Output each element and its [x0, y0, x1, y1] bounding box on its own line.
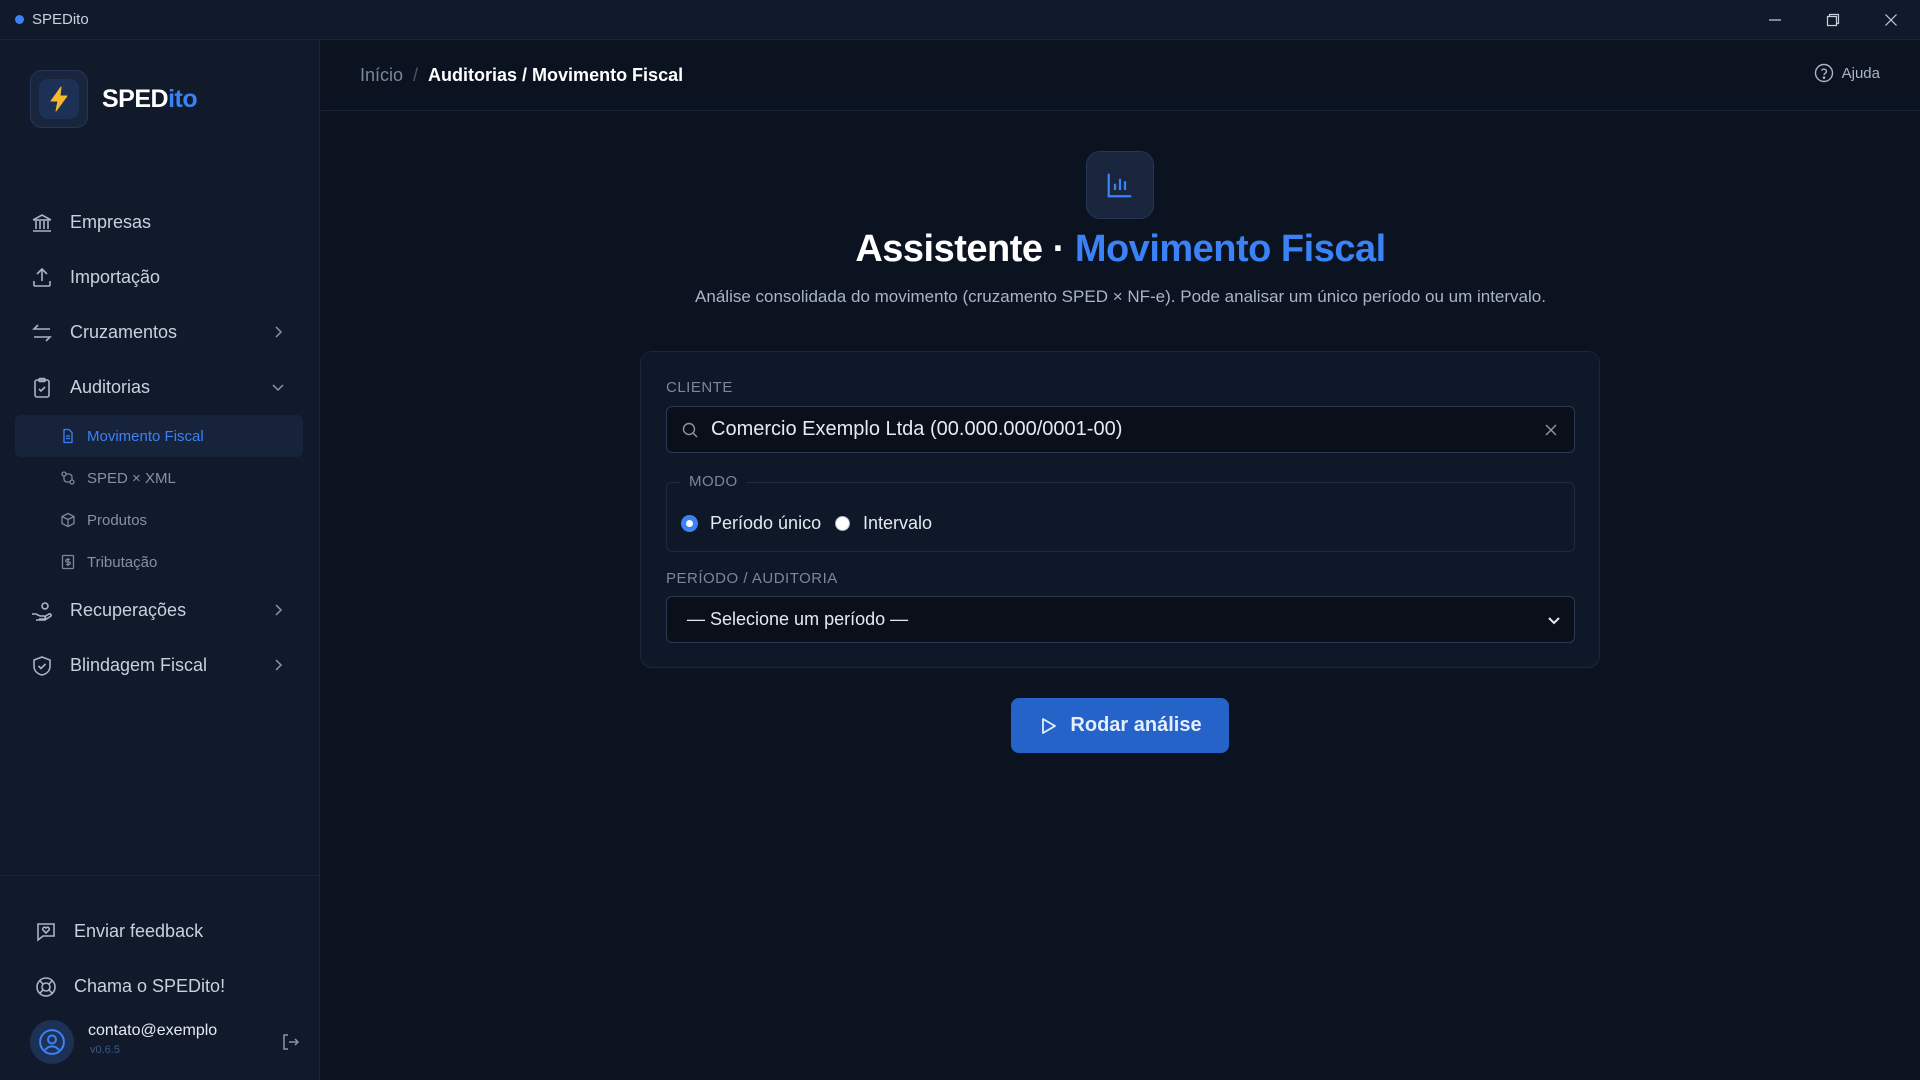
run-analysis-label: Rodar análise: [1070, 714, 1202, 736]
sidebar-item-auditorias[interactable]: Auditorias: [0, 360, 320, 415]
avatar[interactable]: [30, 1020, 74, 1064]
sidebar-item-label: Importação: [70, 267, 161, 287]
sidebar-item-label: Blindagem Fiscal: [70, 655, 208, 675]
window-controls: [1746, 0, 1920, 40]
sidebar-subitem-label: Produtos: [87, 511, 148, 529]
receipt-icon: [61, 554, 75, 570]
brand[interactable]: SPEDito: [30, 70, 198, 128]
chevron-right-icon: [275, 326, 283, 338]
minimize-icon: [1769, 19, 1781, 21]
shield-check-icon: [33, 655, 51, 676]
sidebar-footer: Enviar feedback Chama o SPEDito!: [0, 875, 320, 1014]
sidebar-item-label: Cruzamentos: [70, 322, 178, 342]
sidebar-item-blindagem-fiscal[interactable]: Blindagem Fiscal: [0, 638, 320, 693]
radio-label: Período único: [710, 513, 822, 533]
window-titlebar: SPEDito: [0, 0, 1920, 40]
bar-chart-icon: [1107, 173, 1132, 198]
page-title: Assistente · Movimento Fiscal: [855, 228, 1386, 270]
brand-name: SPEDito: [102, 84, 198, 113]
sidebar-subitem-label: Tributação: [87, 553, 158, 571]
support-label: Chama o SPEDito!: [74, 976, 226, 996]
minimize-button[interactable]: [1746, 0, 1804, 40]
close-icon: [1885, 14, 1897, 26]
sidebar-item-label: Auditorias: [70, 377, 151, 397]
radio-intervalo[interactable]: Intervalo: [835, 513, 932, 534]
sidebar: SPEDito Empresas Importação Cruzamentos …: [0, 40, 320, 1080]
period-select[interactable]: — Selecione um período —: [666, 596, 1575, 643]
sidebar-item-empresas[interactable]: Empresas: [0, 195, 320, 250]
breadcrumb-home[interactable]: Início: [360, 65, 403, 86]
radio-selected-indicator: [682, 516, 697, 531]
client-search-value: Comercio Exemplo Ltda (00.000.000/0001-0…: [711, 418, 1123, 440]
user-email: contato@exemplo: [88, 1022, 218, 1039]
sidebar-item-recuperacoes[interactable]: Recuperações: [0, 583, 320, 638]
chevron-right-icon: [275, 659, 283, 671]
mode-fieldset: MODO Período único Intervalo: [666, 473, 1575, 552]
radio-periodo-unico[interactable]: Período único: [682, 513, 821, 534]
run-analysis-button[interactable]: Rodar análise: [1011, 698, 1229, 753]
client-search-input[interactable]: Comercio Exemplo Ltda (00.000.000/0001-0…: [666, 406, 1575, 453]
play-icon: [1042, 717, 1057, 734]
clear-icon[interactable]: [1542, 421, 1560, 439]
period-select-value: — Selecione um período —: [687, 609, 909, 629]
sidebar-subitem-sped-xml[interactable]: SPED × XML: [0, 457, 320, 499]
period-label: PERÍODO / AUDITORIA: [666, 570, 838, 587]
radio-label: Intervalo: [863, 513, 933, 533]
app-dot-icon: [15, 15, 24, 24]
analysis-form-card: CLIENTE Comercio Exemplo Ltda (00.000.00…: [640, 351, 1600, 668]
message-heart-icon: [37, 922, 55, 942]
user-profile: contato@exemplo v0.6.5: [30, 1020, 300, 1070]
document-icon: [63, 428, 73, 444]
restore-icon: [1826, 13, 1840, 27]
page-subtitle: Análise consolidada do movimento (cruzam…: [695, 287, 1546, 306]
sidebar-item-importacao[interactable]: Importação: [0, 250, 320, 305]
send-feedback-label: Enviar feedback: [74, 921, 204, 941]
breadcrumb-current: Auditorias / Movimento Fiscal: [428, 64, 684, 85]
bank-icon: [32, 213, 52, 232]
hero-chart-icon-badge: [1086, 151, 1154, 219]
git-compare-icon: [61, 471, 75, 485]
breadcrumb: Início / Auditorias / Movimento Fiscal: [360, 65, 683, 86]
lightning-icon: [50, 86, 68, 112]
sidebar-subitem-label: SPED × XML: [87, 469, 176, 487]
hand-coins-icon: [32, 601, 52, 621]
sidebar-item-label: Empresas: [70, 212, 152, 232]
upload-icon: [33, 267, 51, 287]
top-header: Início / Auditorias / Movimento Fiscal A…: [321, 40, 1920, 111]
chevron-down-icon: [1548, 617, 1560, 625]
window-title: SPEDito: [32, 11, 89, 28]
chevron-down-icon: [272, 384, 284, 392]
sidebar-item-cruzamentos[interactable]: Cruzamentos: [0, 305, 320, 360]
help-label: Ajuda: [1841, 64, 1880, 82]
help-button[interactable]: Ajuda: [1814, 63, 1880, 83]
close-window-button[interactable]: [1862, 0, 1920, 40]
sidebar-subitem-label: Movimento Fiscal: [87, 427, 204, 445]
arrows-exchange-icon: [32, 323, 52, 342]
logout-icon[interactable]: [280, 1032, 300, 1052]
client-label: CLIENTE: [666, 379, 733, 396]
breadcrumb-separator: /: [413, 64, 419, 85]
sidebar-item-label: Recuperações: [70, 600, 187, 620]
help-circle-icon: [1814, 63, 1833, 83]
restore-button[interactable]: [1804, 0, 1862, 40]
chevron-right-icon: [275, 604, 283, 616]
clipboard-check-icon: [34, 377, 50, 398]
app-version: v0.6.5: [90, 1044, 120, 1056]
sidebar-subitem-produtos[interactable]: Produtos: [0, 499, 320, 541]
mode-label: MODO: [681, 473, 746, 490]
brand-logo: [30, 70, 88, 128]
radio-unselected-indicator: [835, 516, 850, 531]
sidebar-nav: Empresas Importação Cruzamentos Auditori…: [0, 195, 320, 693]
sidebar-subitem-movimento-fiscal[interactable]: Movimento Fiscal: [15, 415, 303, 457]
package-icon: [61, 512, 75, 528]
search-icon: [682, 422, 698, 437]
support-button[interactable]: Chama o SPEDito!: [0, 959, 320, 1014]
send-feedback-button[interactable]: Enviar feedback: [0, 904, 320, 959]
user-circle-icon: [39, 1029, 65, 1055]
lifebuoy-icon: [36, 976, 56, 997]
sidebar-subitem-tributacao[interactable]: Tributação: [0, 541, 320, 583]
